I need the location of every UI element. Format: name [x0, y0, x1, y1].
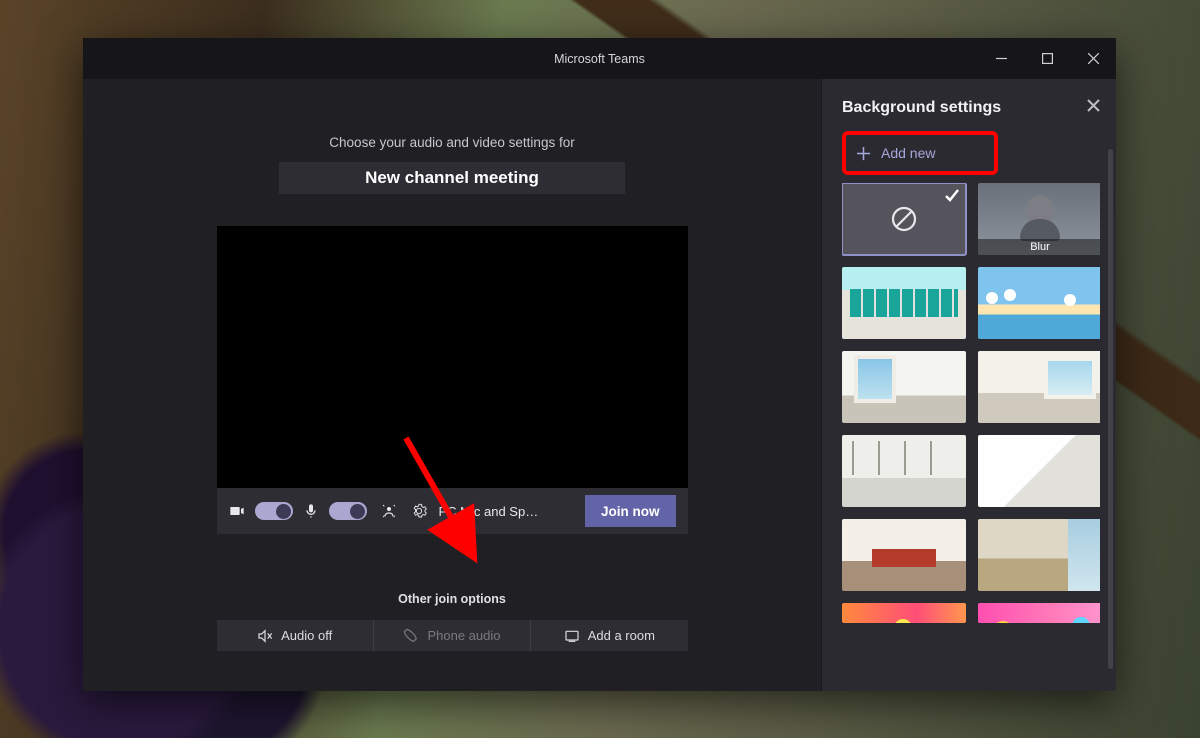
background-thumb[interactable]	[842, 519, 966, 591]
background-thumb[interactable]	[842, 351, 966, 423]
audio-device-label[interactable]: PC Mic and Sp…	[439, 504, 539, 519]
other-join-options-label: Other join options	[398, 592, 506, 606]
join-now-button[interactable]: Join now	[585, 495, 676, 527]
panel-title: Background settings	[842, 99, 1001, 117]
audio-off-label: Audio off	[281, 628, 332, 643]
microphone-icon	[303, 503, 319, 519]
add-new-label: Add new	[881, 145, 935, 161]
phone-audio-option: Phone audio	[373, 620, 530, 651]
add-new-button[interactable]: Add new	[850, 141, 990, 165]
background-thumb[interactable]	[978, 435, 1100, 507]
phone-audio-label: Phone audio	[427, 628, 500, 643]
settings-subhead: Choose your audio and video settings for	[329, 135, 574, 150]
background-thumb[interactable]	[842, 603, 966, 623]
background-grid[interactable]: Blur	[842, 183, 1100, 679]
panel-close-button[interactable]	[1087, 99, 1100, 117]
camera-toggle[interactable]	[255, 502, 293, 520]
other-join-options: Audio off Phone audio Add a room	[217, 620, 688, 651]
window-controls	[978, 38, 1116, 79]
device-settings-icon[interactable]	[411, 503, 427, 519]
add-new-highlight: Add new	[842, 131, 998, 175]
blur-caption: Blur	[978, 239, 1100, 255]
window-title: Microsoft Teams	[83, 52, 1116, 66]
background-thumb[interactable]	[842, 267, 966, 339]
titlebar: Microsoft Teams	[83, 38, 1116, 79]
add-room-option[interactable]: Add a room	[530, 620, 687, 651]
minimize-button[interactable]	[978, 38, 1024, 79]
teams-window: Microsoft Teams Choose your audio and vi…	[83, 38, 1116, 691]
background-thumb[interactable]	[842, 435, 966, 507]
meeting-title: New channel meeting	[279, 162, 625, 194]
background-effects-icon[interactable]	[381, 503, 397, 519]
close-window-button[interactable]	[1070, 38, 1116, 79]
background-thumb[interactable]	[978, 603, 1100, 623]
background-thumb[interactable]	[978, 267, 1100, 339]
preview-toolbar: PC Mic and Sp… Join now	[217, 488, 688, 534]
preview-card: PC Mic and Sp… Join now	[217, 226, 688, 534]
background-thumb[interactable]	[978, 351, 1100, 423]
audio-off-option[interactable]: Audio off	[217, 620, 373, 651]
add-room-label: Add a room	[588, 628, 655, 643]
background-thumb[interactable]	[978, 519, 1100, 591]
maximize-button[interactable]	[1024, 38, 1070, 79]
microphone-toggle[interactable]	[329, 502, 367, 520]
camera-preview	[217, 226, 688, 488]
pre-join-pane: Choose your audio and video settings for…	[83, 79, 821, 691]
background-settings-panel: Background settings Add new	[821, 79, 1116, 691]
camera-icon	[229, 503, 245, 519]
panel-header: Background settings	[842, 99, 1100, 117]
background-none[interactable]	[842, 183, 966, 255]
window-body: Choose your audio and video settings for…	[83, 79, 1116, 691]
check-icon	[944, 187, 960, 208]
background-blur[interactable]: Blur	[978, 183, 1100, 255]
